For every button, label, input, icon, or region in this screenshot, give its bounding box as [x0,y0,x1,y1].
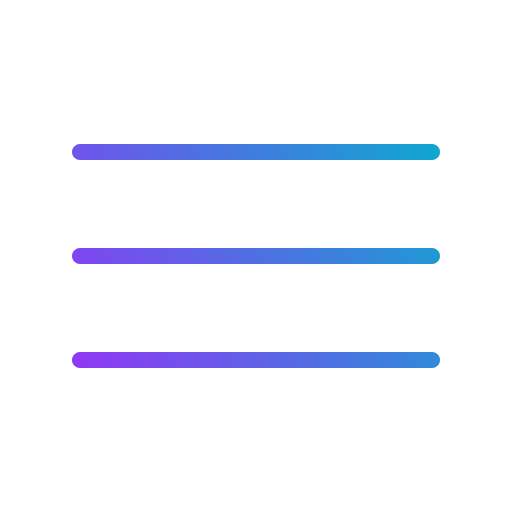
menu-bar-middle [72,248,440,264]
menu-bar-top [72,144,440,160]
menu-bar-bottom [72,352,440,368]
icon-canvas [0,0,512,512]
hamburger-menu-icon[interactable] [0,0,512,512]
